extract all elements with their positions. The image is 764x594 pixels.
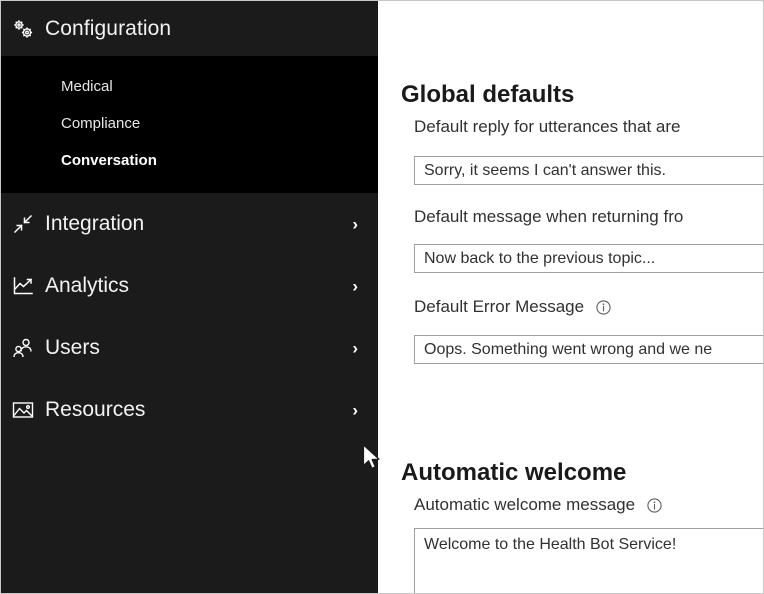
automatic-welcome-message-textarea[interactable]: Welcome to the Health Bot Service! [414, 528, 764, 594]
sidebar-header-configuration[interactable]: Configuration [1, 1, 378, 56]
sidebar-item-analytics[interactable]: Analytics › [1, 255, 378, 317]
field-label-text: Automatic welcome message [414, 495, 635, 515]
sidebar-header-title: Configuration [45, 17, 171, 41]
default-error-message-input[interactable]: Oops. Something went wrong and we ne [414, 335, 764, 364]
section-title-global-defaults: Global defaults [401, 81, 574, 109]
sidebar-submenu: Medical Compliance Conversation [1, 56, 378, 193]
field-label-default-reply: Default reply for utterances that are [414, 117, 680, 137]
settings-gears-icon [1, 16, 45, 42]
image-picture-icon [1, 398, 45, 422]
sidebar-item-label: Analytics [45, 274, 129, 298]
field-label-text: Default reply for utterances that are [414, 117, 680, 137]
sidebar-item-medical[interactable]: Medical [1, 68, 378, 105]
sidebar-item-resources[interactable]: Resources › [1, 379, 378, 441]
default-reply-input[interactable]: Sorry, it seems I can't answer this. [414, 156, 764, 185]
field-label-text: Default message when returning fro [414, 207, 683, 227]
sidebar-item-conversation[interactable]: Conversation [1, 142, 378, 179]
integration-arrows-icon [1, 212, 45, 236]
sidebar-item-integration[interactable]: Integration › [1, 193, 378, 255]
field-label-automatic-welcome-message: Automatic welcome message [414, 495, 662, 515]
chevron-right-icon[interactable]: › [352, 216, 358, 233]
line-chart-icon [1, 274, 45, 298]
sidebar-item-compliance[interactable]: Compliance [1, 105, 378, 142]
field-label-default-error-message: Default Error Message [414, 297, 611, 317]
sidebar-item-label: Medical [61, 78, 113, 95]
sidebar: Configuration Medical Compliance Convers… [1, 1, 378, 594]
sidebar-item-users[interactable]: Users › [1, 317, 378, 379]
default-return-message-input[interactable]: Now back to the previous topic... [414, 244, 764, 273]
content-panel: Global defaults Default reply for uttera… [378, 1, 764, 594]
sidebar-item-label: Resources [45, 398, 145, 422]
sidebar-item-label: Conversation [61, 152, 157, 169]
field-label-text: Default Error Message [414, 297, 584, 317]
info-icon[interactable] [647, 498, 662, 513]
sidebar-item-label: Integration [45, 212, 144, 236]
chevron-right-icon[interactable]: › [352, 402, 358, 419]
chevron-right-icon[interactable]: › [352, 340, 358, 357]
sidebar-item-label: Compliance [61, 115, 140, 132]
users-group-icon [1, 336, 45, 360]
field-label-default-return-message: Default message when returning fro [414, 207, 683, 227]
chevron-right-icon[interactable]: › [352, 278, 358, 295]
section-title-automatic-welcome: Automatic welcome [401, 459, 626, 487]
info-icon[interactable] [596, 300, 611, 315]
sidebar-item-label: Users [45, 336, 100, 360]
app-window: Configuration Medical Compliance Convers… [0, 0, 764, 594]
